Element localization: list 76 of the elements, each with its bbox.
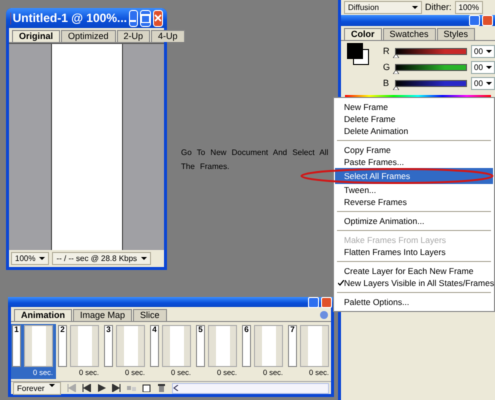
menu-item[interactable]: Optimize Animation... [335,215,493,227]
menu-item[interactable]: Palette Options... [335,296,493,308]
menu-item[interactable]: Tween... [335,184,493,196]
frame-number: 5 [196,325,205,367]
close-button[interactable] [482,15,493,26]
frame-thumbnail [24,325,53,367]
frame-number: 7 [288,325,297,367]
menu-item[interactable]: Delete Animation [335,125,493,137]
maximize-icon [141,14,150,22]
menu-item[interactable]: New Frame [335,101,493,113]
frame-number: 2 [58,325,67,367]
menu-item[interactable]: Reverse Frames [335,196,493,208]
tab[interactable]: Image Map [73,309,132,321]
dither-label: Dither: [425,2,452,12]
menu-item[interactable]: Delete Frame [335,113,493,125]
zoom-dropdown[interactable]: 100% [11,252,50,265]
loop-dropdown[interactable]: Forever [13,382,61,394]
tab[interactable]: 2-Up [116,30,150,42]
previous-frame-icon[interactable] [82,384,91,392]
menu-item[interactable]: Flatten Frames Into Layers [335,246,493,258]
frame-thumbnail [208,325,237,367]
dither-method-dropdown[interactable]: Diffusion [344,0,422,14]
tab[interactable]: Styles [436,28,476,40]
channel-value-field[interactable]: 00 [471,44,495,58]
slider-thumb[interactable] [393,70,399,74]
frame-thumbnail [254,325,283,367]
channel-value-field[interactable]: 00 [471,76,495,90]
tab[interactable]: 4-Up [151,30,185,42]
frame-thumbnail [116,325,145,367]
new-frame-icon[interactable] [142,384,151,392]
menu-item[interactable]: Copy Frame [335,144,493,156]
slider-thumb[interactable] [393,54,399,58]
caret-icon [486,50,492,52]
tab[interactable]: Slice [133,309,167,321]
menu-item[interactable]: Create Layer for Each New Frame [335,265,493,277]
tab[interactable]: Animation [14,309,72,321]
menu-item[interactable]: New Layers Visible in All States/Frames [335,277,493,289]
frame-thumbnail [70,325,99,367]
next-frame-icon[interactable] [112,384,121,392]
maximize-button[interactable] [140,10,151,26]
play-icon[interactable] [97,384,106,392]
minimize-button[interactable] [308,296,319,308]
minimize-button[interactable] [129,10,138,26]
caret-icon [39,257,46,260]
caret-icon [141,257,148,260]
close-icon [154,14,162,22]
window-title: Untitled-1 @ 100%... [12,11,127,25]
tab[interactable]: Swatches [382,28,436,40]
channel-value-field[interactable]: 00 [471,60,495,74]
frame-thumbnail [300,325,329,367]
frame-thumbnail [162,325,191,367]
palette-menu-button[interactable] [320,311,328,319]
close-button[interactable] [321,296,332,308]
tab[interactable]: Optimized [61,30,116,42]
frame-number: 3 [104,325,113,367]
minimize-button[interactable] [469,15,480,26]
channel-label: R [383,46,390,56]
scrollbar[interactable] [172,382,329,394]
slider-thumb[interactable] [393,86,399,90]
caret-icon [486,66,492,68]
instruction-text: Go To New Document And Select All The Frames. [181,147,329,173]
download-time-dropdown[interactable]: -- / -- sec @ 28.8 Kbps [52,252,152,265]
tab[interactable]: Color [344,28,382,40]
channel-label: G [383,62,391,72]
color-swatch[interactable] [347,43,363,59]
menu-item[interactable]: Paste Frames... [335,156,493,168]
frame-number: 4 [150,325,159,367]
dither-amount-field[interactable]: 100% [454,0,483,14]
frame-number: 6 [242,325,251,367]
tab[interactable]: Original [12,30,60,42]
frame-number: 1 [12,325,21,367]
caret-icon [412,6,418,8]
close-button[interactable] [153,10,163,26]
caret-icon [486,82,492,84]
channel-label: B [383,78,390,88]
trash-icon[interactable] [157,384,166,392]
